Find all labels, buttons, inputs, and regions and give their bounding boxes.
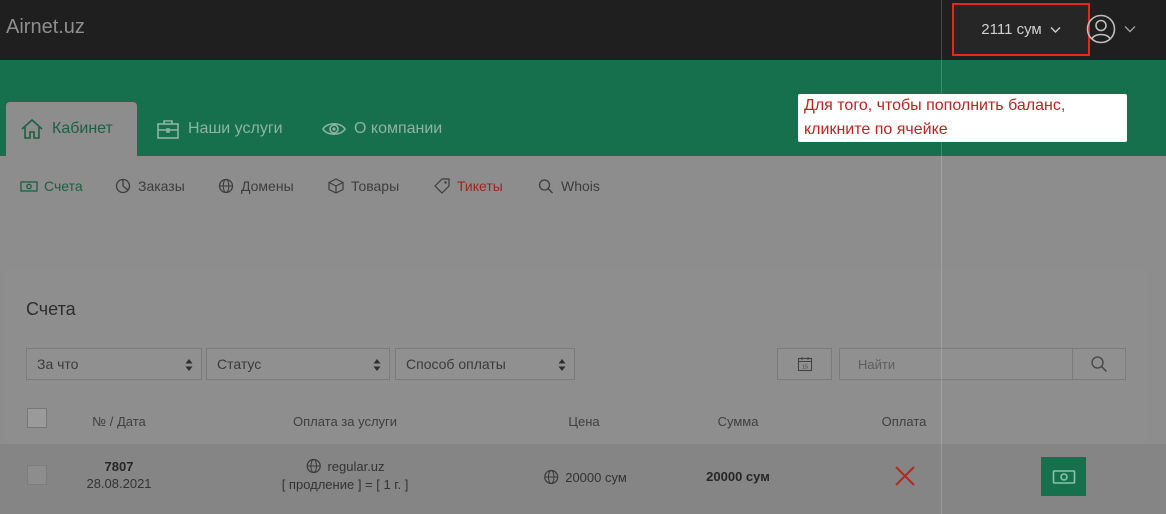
- sort-arrows-icon: [558, 359, 566, 371]
- subnav-whois[interactable]: Whois: [537, 178, 600, 194]
- filter-status[interactable]: Статус: [206, 348, 390, 380]
- table-row: 7807 28.08.2021 regular.uz [ продление ]…: [0, 444, 1166, 514]
- money-icon: [1052, 469, 1075, 484]
- globe-icon: [544, 469, 559, 485]
- column-header: Оплата: [881, 414, 927, 429]
- tab-services[interactable]: Наши услуги: [142, 102, 297, 156]
- sum-cell: 20000 сум: [706, 469, 770, 484]
- eye-icon: [322, 122, 346, 136]
- balance-button[interactable]: 2111 сум: [952, 3, 1090, 56]
- column-header: Цена: [568, 414, 600, 429]
- money-icon: [20, 181, 38, 192]
- service-detail: [ продление ] = [ 1 г. ]: [281, 477, 409, 492]
- subnav-invoices[interactable]: Счета: [20, 178, 83, 194]
- tab-label: Наши услуги: [188, 120, 283, 137]
- briefcase-icon: [157, 120, 179, 139]
- price-cell: 20000 сум: [543, 469, 627, 485]
- select-all-checkbox[interactable]: [27, 408, 47, 428]
- date-picker-button[interactable]: 15: [777, 348, 832, 380]
- invoice-number: 7807: [104, 459, 134, 474]
- balance-value: 2111 сум: [981, 21, 1042, 38]
- divider-line: [941, 0, 942, 514]
- column-header: Сумма: [717, 414, 759, 429]
- filter-for-what[interactable]: За что: [26, 348, 202, 380]
- service-name[interactable]: regular.uz: [327, 459, 384, 474]
- globe-icon: [218, 178, 234, 194]
- sub-nav: Счета Заказы Домены Товары Тикеты Whois: [0, 178, 1166, 204]
- search-icon: [538, 179, 553, 194]
- tab-label: Кабинет: [52, 120, 113, 137]
- tab-label: О компании: [354, 120, 443, 137]
- search-button[interactable]: [1072, 348, 1126, 380]
- column-header: № / Дата: [92, 414, 146, 429]
- invoices-panel: Счета За что Статус Способ оплаты 15 № /…: [6, 270, 1147, 444]
- subnav-domains[interactable]: Домены: [217, 178, 294, 194]
- box-icon: [328, 178, 344, 194]
- subnav-products[interactable]: Товары: [327, 178, 399, 194]
- sort-arrows-icon: [373, 359, 381, 371]
- unpaid-x-icon: [895, 466, 915, 486]
- top-bar: Airnet.uz 2111 сум: [0, 0, 1166, 60]
- balance-tooltip: Для того, чтобы пополнить баланс, кликни…: [798, 94, 1127, 142]
- page-title: Счета: [26, 299, 76, 319]
- globe-icon: [306, 458, 321, 474]
- tab-cabinet[interactable]: Кабинет: [6, 102, 137, 156]
- row-checkbox[interactable]: [27, 465, 47, 485]
- calendar-icon: 15: [797, 357, 812, 372]
- user-icon: [1086, 14, 1116, 44]
- subnav-orders[interactable]: Заказы: [114, 178, 185, 194]
- pie-chart-icon: [115, 178, 131, 194]
- column-header: Оплата за услуги: [292, 414, 398, 429]
- search-icon: [1091, 356, 1107, 372]
- service-cell: regular.uz [ продление ] = [ 1 г. ]: [281, 458, 409, 493]
- brand-logo[interactable]: Airnet.uz: [6, 16, 85, 39]
- tooltip-line: Для того, чтобы пополнить баланс,: [804, 97, 1066, 114]
- svg-text:15: 15: [801, 365, 807, 371]
- tab-about[interactable]: О компании: [308, 102, 456, 156]
- sort-arrows-icon: [185, 359, 193, 371]
- sum-value: 20000 сум: [706, 469, 770, 484]
- invoice-date: 28.08.2021: [86, 476, 152, 491]
- tag-icon: [434, 178, 450, 194]
- tooltip-line: кликните по ячейке: [804, 121, 948, 138]
- home-icon: [21, 118, 43, 139]
- invoice-number-date: 7807 28.08.2021: [86, 459, 151, 491]
- subnav-tickets[interactable]: Тикеты: [433, 178, 503, 194]
- chevron-down-icon: [1050, 26, 1061, 33]
- pay-button[interactable]: [1041, 457, 1086, 496]
- price-value: 20000 сум: [565, 469, 627, 485]
- user-menu[interactable]: [1086, 12, 1146, 46]
- search-input[interactable]: [839, 348, 1073, 380]
- chevron-down-icon: [1124, 25, 1136, 33]
- filter-payment-method[interactable]: Способ оплаты: [395, 348, 575, 380]
